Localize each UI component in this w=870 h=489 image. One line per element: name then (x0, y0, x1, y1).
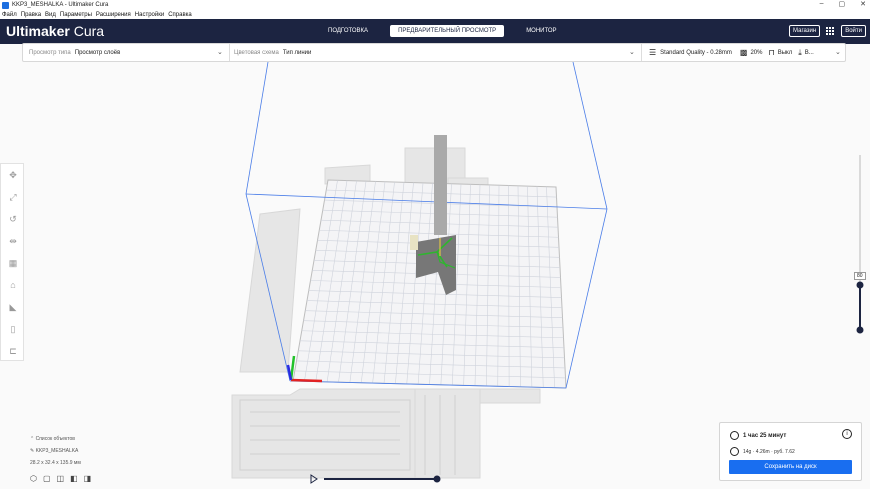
profile-name: Standard Quality - 0.28mm (660, 49, 732, 56)
material-usage: 14g · 4.26m · руб. 7.62 (743, 448, 795, 455)
ultimaker-cura-logo: Ultimaker Cura (6, 23, 105, 39)
per-model-settings-icon[interactable]: ▦ (1, 252, 25, 274)
view-options-bar: Просмотр типа Просмотр слоёв ⌄ Цветовая … (22, 43, 846, 62)
print-info-panel: 1 час 25 минут i 14g · 4.26m · руб. 7.62… (719, 422, 862, 481)
menu-file[interactable]: Файл (2, 12, 17, 18)
menu-view[interactable]: Вид (45, 12, 56, 18)
adhesion-value: В... (804, 49, 814, 56)
print-time: 1 час 25 минут (743, 432, 787, 439)
mirror-icon[interactable]: ⇹ (1, 230, 25, 252)
stack-icon[interactable]: ⊏ (1, 340, 25, 362)
view-type-label: Просмотр типа (29, 49, 71, 56)
marketplace-button[interactable]: Магазин (789, 25, 821, 37)
chevron-down-icon[interactable]: ⌄ (629, 48, 635, 56)
view-right-icon[interactable]: ◨ (84, 474, 92, 483)
close-button[interactable]: ✕ (860, 0, 866, 8)
menu-help[interactable]: Справка (168, 12, 192, 18)
menu-settings[interactable]: Параметры (60, 12, 92, 18)
play-icon[interactable] (310, 474, 318, 484)
infill-value: 20% (750, 49, 763, 56)
header-actions: Магазин Войти (789, 25, 866, 37)
save-to-disk-button[interactable]: Сохранить на диск (729, 460, 852, 474)
tab-monitor[interactable]: МОНИТОР (518, 25, 564, 37)
infill-icon: ▩ (739, 48, 748, 57)
spool-icon (730, 447, 739, 456)
menu-preferences[interactable]: Настройки (135, 12, 164, 18)
color-scheme-value: Тип линии (282, 49, 312, 56)
camera-view-buttons: ⬡ ▢ ◫ ◧ ◨ (30, 474, 91, 483)
maximize-button[interactable]: ▢ (839, 0, 846, 8)
toolbar-divider (229, 44, 230, 61)
object-list: ⌃ Список объектов ✎ KKP3_MESHALKA 28.2 x… (30, 436, 81, 472)
layer-playback (310, 474, 441, 484)
color-scheme-label: Цветовая схема (234, 49, 279, 56)
print-settings-selector[interactable]: ☰ Standard Quality - 0.28mm ▩ 20% ⊓ Выкл… (649, 44, 814, 61)
sliders-icon: ☰ (649, 48, 657, 57)
adhesion-icon: ⤓ (798, 47, 802, 57)
object-dimensions: 28.2 x 32.4 x 135.9 мм (30, 460, 81, 466)
arrange-icon[interactable]: ◣ (1, 296, 25, 318)
tab-preview[interactable]: ПРЕДВАРИТЕЛЬНЫЙ ПРОСМОТР (390, 25, 505, 37)
cylinder-icon[interactable]: ▯ (1, 318, 25, 340)
window-title: KKP3_MESHALKA - Ultimaker Cura (12, 2, 109, 8)
minimize-button[interactable]: – (820, 0, 824, 8)
cura-app-icon (2, 1, 9, 9)
view-3d-icon[interactable]: ⬡ (30, 474, 37, 483)
material-row: 14g · 4.26m · руб. 7.62 (730, 447, 795, 456)
playback-handle[interactable] (433, 475, 441, 483)
print-time-row: 1 час 25 минут (730, 431, 786, 440)
clock-icon (730, 431, 739, 440)
chevron-down-icon[interactable]: ⌄ (835, 48, 841, 56)
move-icon[interactable]: ✥ (1, 164, 25, 186)
view-type-value: Просмотр слоёв (74, 49, 121, 56)
object-name-row[interactable]: ✎ KKP3_MESHALKA (30, 448, 81, 454)
layer-slider-upper-handle[interactable] (856, 281, 864, 289)
support-value: Выкл (777, 49, 793, 56)
menu-bar: Файл Правка Вид Параметры Расширения Нас… (0, 10, 870, 19)
rotate-icon[interactable]: ↺ (1, 208, 25, 230)
view-left-icon[interactable]: ◧ (70, 474, 78, 483)
tab-prepare[interactable]: ПОДГОТОВКА (320, 25, 376, 37)
view-front-icon[interactable]: ▢ (43, 474, 51, 483)
current-layer-number[interactable]: 80 (854, 272, 866, 280)
color-scheme-selector[interactable]: Цветовая схема Тип линии (234, 44, 311, 61)
layer-slider[interactable] (856, 155, 864, 335)
title-bar: KKP3_MESHALKA - Ultimaker Cura – ▢ ✕ (0, 0, 870, 10)
stage-tabs: ПОДГОТОВКА ПРЕДВАРИТЕЛЬНЫЙ ПРОСМОТР МОНИ… (320, 25, 565, 37)
support-blocker-icon[interactable]: ⌂ (1, 274, 25, 296)
layer-slider-lower-handle[interactable] (856, 326, 864, 334)
apps-grid-icon[interactable] (826, 26, 835, 36)
support-icon: ⊓ (768, 48, 775, 57)
signin-button[interactable]: Войти (841, 25, 866, 37)
view-top-icon[interactable]: ◫ (57, 474, 65, 483)
view-type-selector[interactable]: Просмотр типа Просмотр слоёв (29, 44, 120, 61)
chevron-down-icon[interactable]: ⌄ (217, 48, 223, 56)
toolbar-divider (641, 44, 642, 61)
app-header: Ultimaker Cura ПОДГОТОВКА ПРЕДВАРИТЕЛЬНЫ… (0, 19, 870, 44)
menu-edit[interactable]: Правка (21, 12, 41, 18)
tool-panel: ✥ ⤢ ↺ ⇹ ▦ ⌂ ◣ ▯ ⊏ (0, 163, 24, 361)
object-list-toggle[interactable]: ⌃ Список объектов (30, 436, 81, 442)
scale-icon[interactable]: ⤢ (1, 186, 25, 208)
window-controls: – ▢ ✕ (820, 0, 866, 8)
menu-extensions[interactable]: Расширения (96, 12, 131, 18)
info-icon[interactable]: i (842, 429, 852, 439)
